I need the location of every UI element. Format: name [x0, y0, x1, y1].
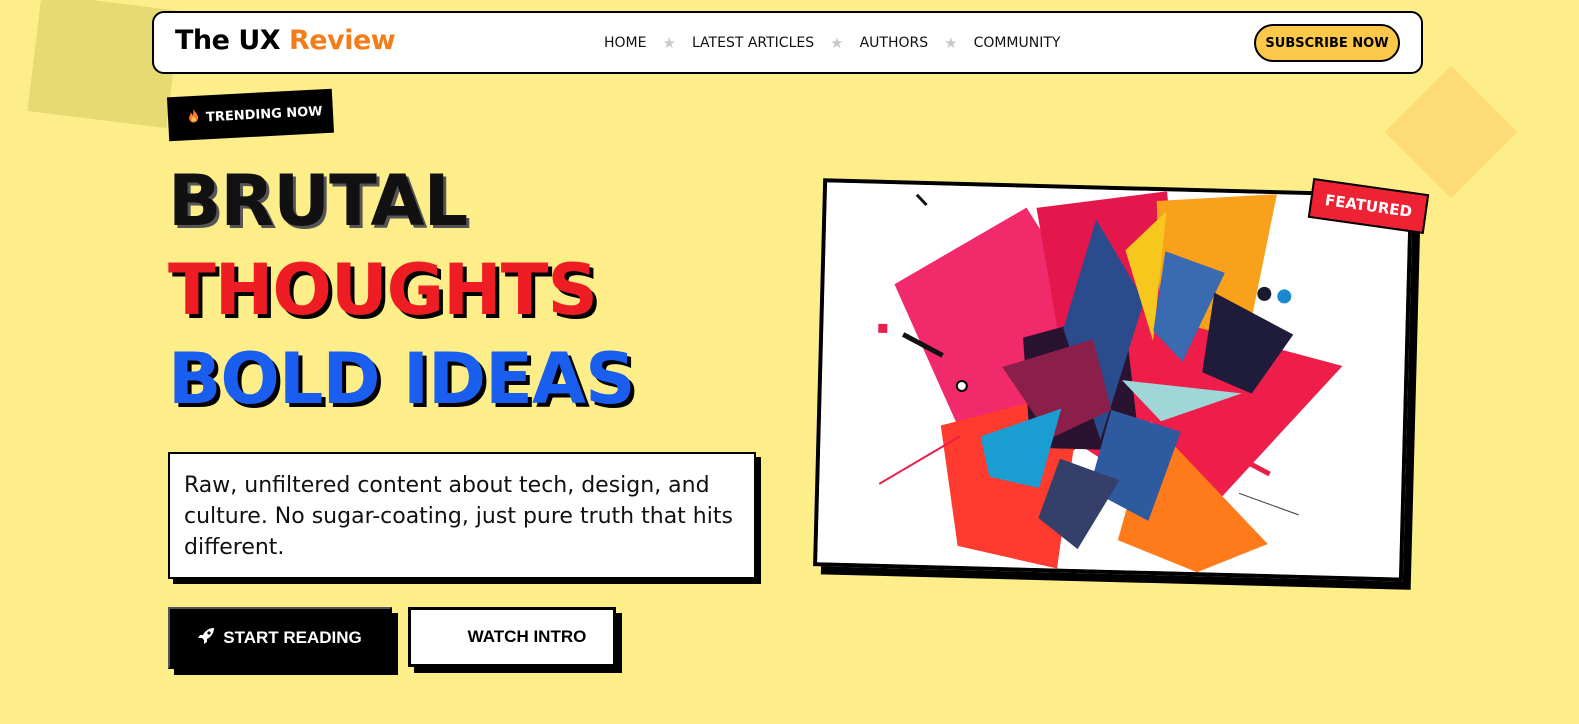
logo-text-accent: Review: [289, 25, 396, 56]
hero-description: Raw, unfiltered content about tech, desi…: [168, 452, 756, 579]
headline-line-2: THOUGHTS: [168, 249, 598, 331]
site-logo[interactable]: The UX Review: [175, 25, 396, 56]
decorative-diamond: [1384, 65, 1518, 199]
start-reading-button[interactable]: START READING: [168, 607, 392, 669]
featured-image: [813, 178, 1414, 582]
star-icon: ★: [944, 33, 958, 52]
nav-item-home[interactable]: HOME: [604, 35, 646, 51]
logo-text-primary: The UX: [175, 25, 281, 56]
nav-item-community[interactable]: COMMUNITY: [974, 35, 1061, 51]
trending-label: TRENDING NOW: [205, 103, 323, 125]
star-icon: ★: [662, 33, 676, 52]
nav-item-authors[interactable]: AUTHORS: [860, 35, 929, 51]
watch-intro-button[interactable]: WATCH INTRO: [408, 607, 616, 667]
nav-item-latest-articles[interactable]: LATEST ARTICLES: [692, 35, 814, 51]
featured-card[interactable]: [813, 178, 1417, 583]
headline-line-1: BRUTAL: [168, 160, 468, 242]
star-icon: ★: [830, 33, 844, 52]
trending-badge: TRENDING NOW: [166, 88, 335, 142]
rocket-icon: [198, 627, 215, 649]
subscribe-button[interactable]: SUBSCRIBE NOW: [1254, 24, 1400, 62]
start-reading-label: START READING: [223, 628, 362, 647]
headline-line-3: BOLD IDEAS: [168, 338, 635, 420]
main-menu: HOME ★ LATEST ARTICLES ★ AUTHORS ★ COMMU…: [604, 13, 1060, 72]
top-navigation: The UX Review HOME ★ LATEST ARTICLES ★ A…: [152, 11, 1423, 74]
flame-icon: [188, 108, 200, 128]
